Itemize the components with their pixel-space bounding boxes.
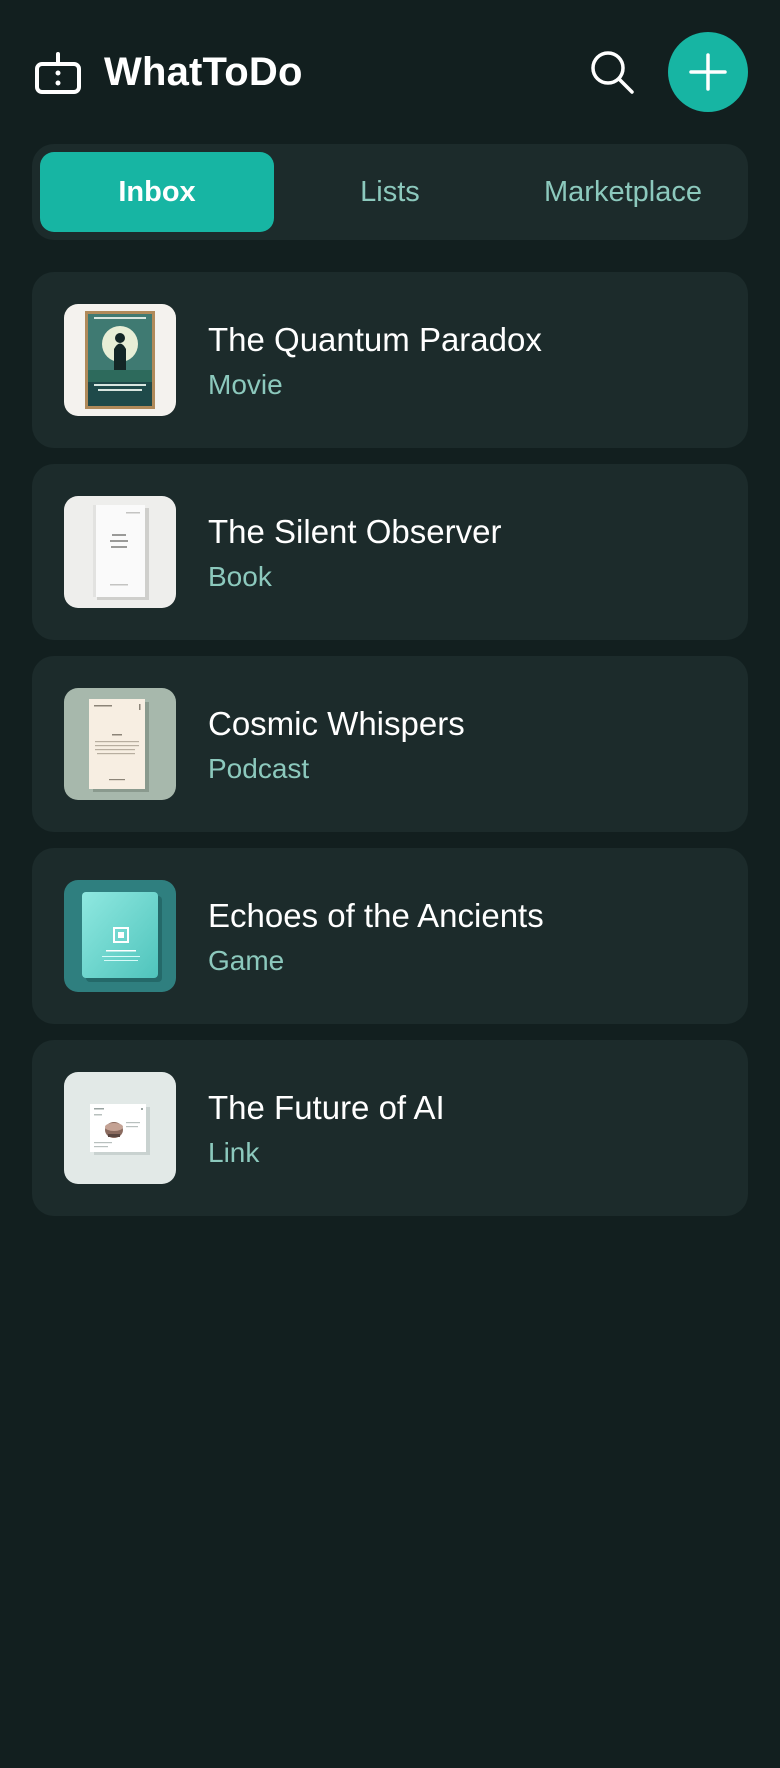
item-title: The Quantum Paradox xyxy=(208,321,542,358)
item-title: Echoes of the Ancients xyxy=(208,897,544,934)
app-root: WhatToDo Inbox Lists Marketplace The Qua… xyxy=(0,0,780,1768)
tv-icon xyxy=(35,52,81,94)
list-item[interactable]: Echoes of the Ancients Game xyxy=(32,848,748,1024)
item-type: Link xyxy=(208,1137,260,1168)
tab-inbox[interactable]: Inbox xyxy=(40,152,274,232)
list-item[interactable]: The Quantum Paradox Movie xyxy=(32,272,748,448)
tab-lists[interactable]: Lists xyxy=(273,152,507,232)
item-title: The Future of AI xyxy=(208,1089,445,1126)
tab-marketplace[interactable]: Marketplace xyxy=(506,152,740,232)
search-icon xyxy=(591,51,634,94)
item-type: Podcast xyxy=(208,753,310,784)
game-cover-thumbnail xyxy=(64,880,176,992)
app-title: WhatToDo xyxy=(104,50,303,94)
add-item-button[interactable] xyxy=(668,32,748,112)
book-cover-thumbnail xyxy=(64,496,176,608)
app-header: WhatToDo xyxy=(0,0,780,144)
podcast-cover-thumbnail xyxy=(64,688,176,800)
link-preview-thumbnail xyxy=(64,1072,176,1184)
item-type: Game xyxy=(208,945,285,976)
list-item[interactable]: Cosmic Whispers Podcast xyxy=(32,656,748,832)
item-title: Cosmic Whispers xyxy=(208,705,465,742)
item-type: Book xyxy=(208,561,272,592)
plus-icon xyxy=(689,53,727,91)
item-type: Movie xyxy=(208,369,283,400)
search-button[interactable] xyxy=(588,48,636,96)
item-title: The Silent Observer xyxy=(208,513,502,550)
movie-poster-thumbnail xyxy=(64,304,176,416)
tab-bar: Inbox Lists Marketplace xyxy=(32,144,748,240)
list-item[interactable]: The Future of AI Link xyxy=(32,1040,748,1216)
list-item[interactable]: The Silent Observer Book xyxy=(32,464,748,640)
